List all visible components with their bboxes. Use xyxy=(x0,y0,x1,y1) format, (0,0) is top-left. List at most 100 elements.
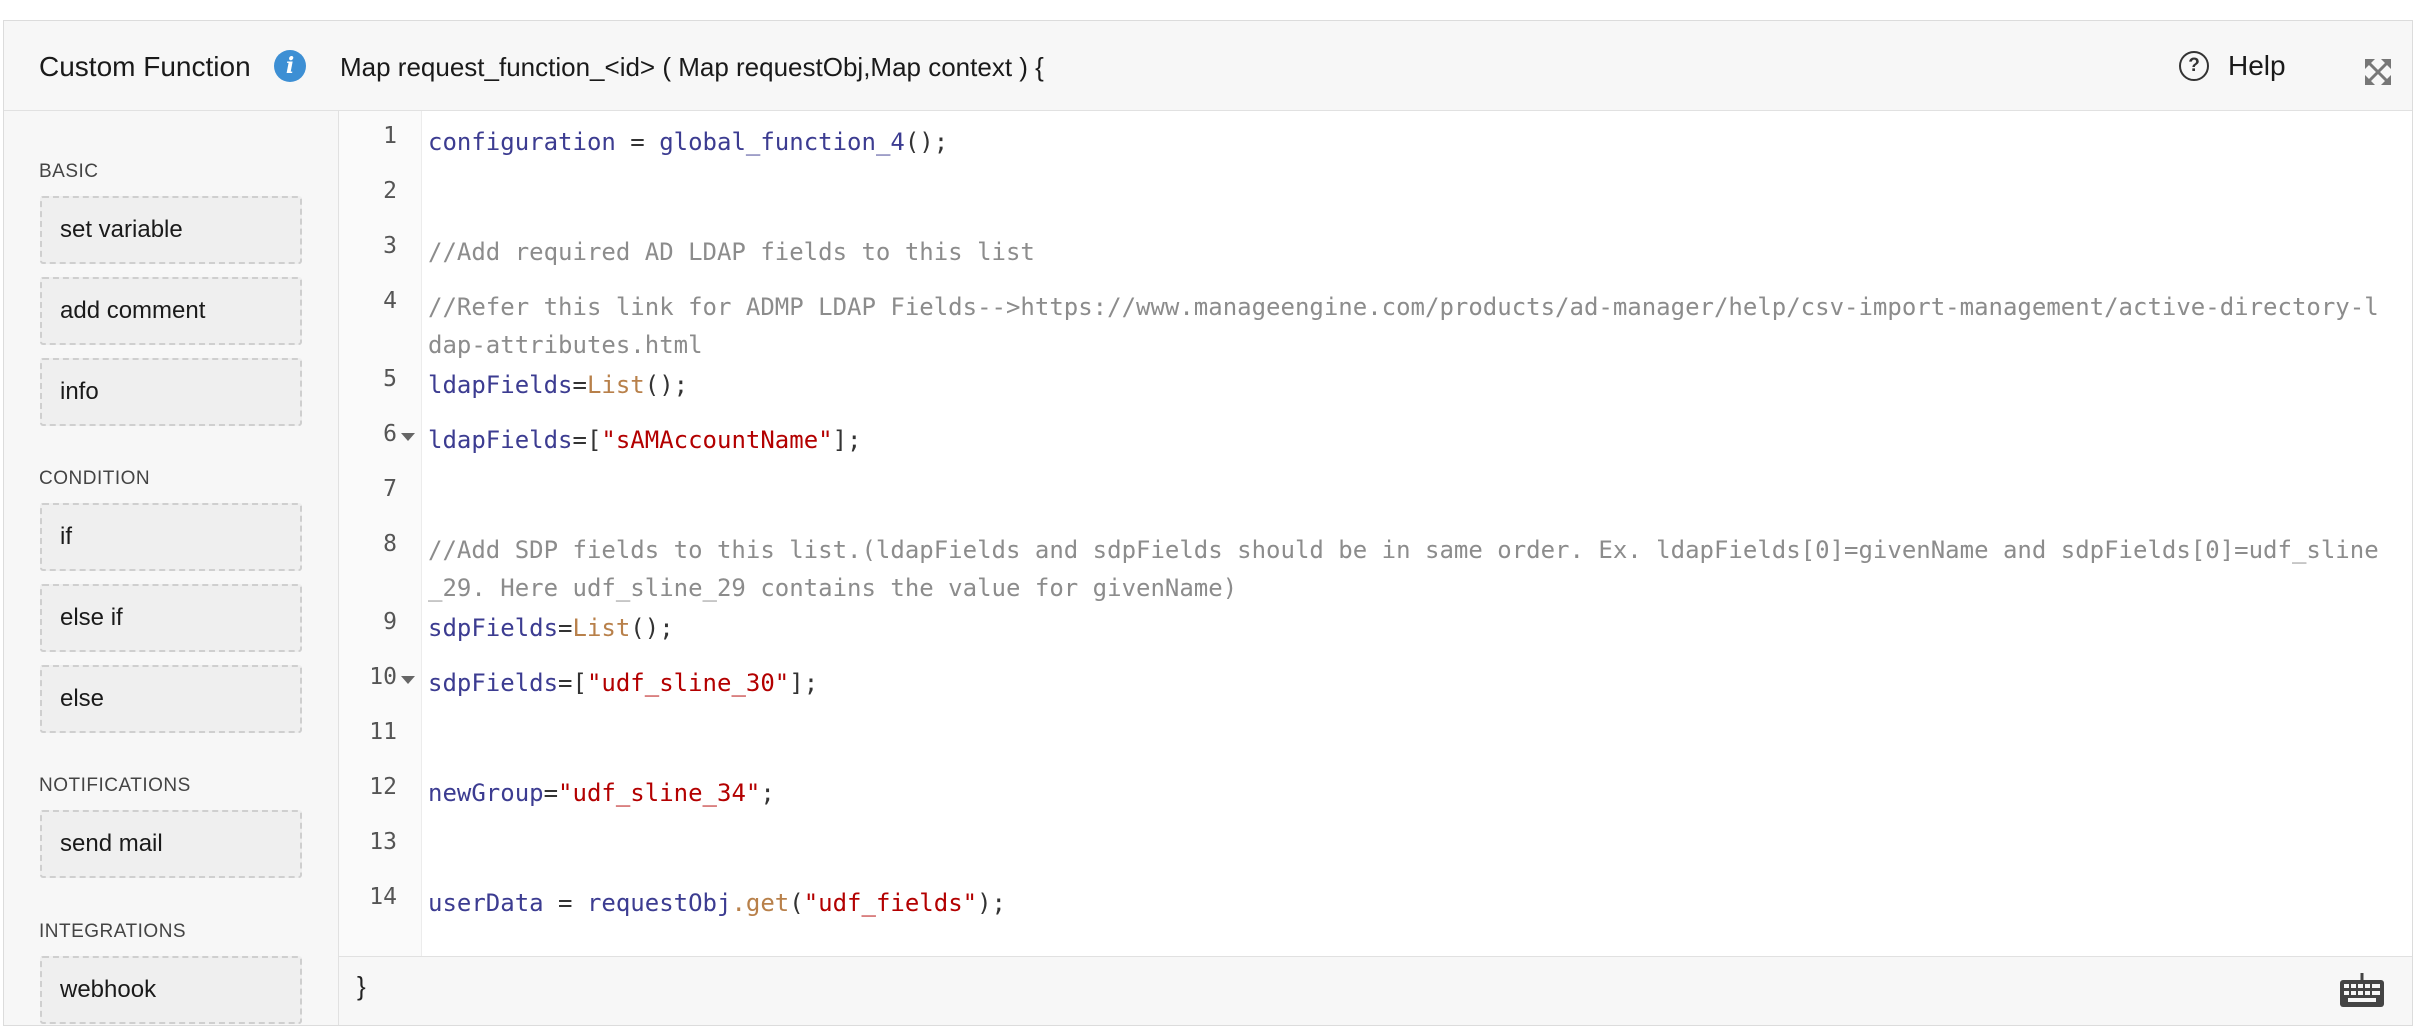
line-number: 11 xyxy=(369,719,397,745)
code-line[interactable]: 14 userData = requestObj.get("udf_fields"… xyxy=(339,876,2412,917)
code-line[interactable]: 3 //Add required AD LDAP fields to this l… xyxy=(339,225,2412,266)
snippet-webhook[interactable]: webhook xyxy=(40,956,302,1024)
code-token-punc: ); xyxy=(977,889,1006,917)
code-text: newGroup="udf_sline_34"; xyxy=(428,774,2392,812)
code-token-cmt: //Add required AD LDAP fields to this li… xyxy=(428,238,1035,266)
code-line[interactable]: 4 //Refer this link for ADMP LDAP Fields-… xyxy=(339,280,2412,359)
code-text: //Add required AD LDAP fields to this li… xyxy=(428,233,2392,271)
snippet-add-comment[interactable]: add comment xyxy=(40,277,302,345)
code-line[interactable]: 11 xyxy=(339,711,2412,751)
snippet-sidebar: BASIC set variable add comment info CONDITIO… xyxy=(4,111,339,1025)
code-token-cmt: //Add SDP fields to this list.(ldapField… xyxy=(428,536,2379,602)
code-token-var: global_function_4 xyxy=(659,128,905,156)
code-token-str: "udf_sline_30" xyxy=(586,669,790,697)
line-number: 9 xyxy=(383,609,397,635)
keyboard-icon[interactable] xyxy=(2338,971,2386,1009)
snippet-send-mail[interactable]: send mail xyxy=(40,810,302,878)
code-line[interactable]: 6 ldapFields=["sAMAccountName"]; xyxy=(339,413,2412,454)
code-token-var: ldapFields xyxy=(428,371,573,399)
line-number: 12 xyxy=(369,774,397,800)
code-token-punc: ]; xyxy=(789,669,819,697)
editor-footer: } xyxy=(339,956,2412,1025)
code-token-punc: = xyxy=(543,779,559,807)
code-token-punc: = xyxy=(615,128,660,156)
code-token-var: ldapFields xyxy=(428,426,573,454)
line-number: 1 xyxy=(383,123,397,149)
code-token-punc: ; xyxy=(760,779,775,807)
line-number: 10 xyxy=(369,664,397,690)
line-number: 14 xyxy=(369,884,397,910)
code-line[interactable]: 7 xyxy=(339,468,2412,508)
snippet-set-variable[interactable]: set variable xyxy=(40,196,302,264)
code-token-punc: ( xyxy=(789,889,804,917)
code-editor[interactable]: 1 configuration = global_function_4(); 2 3/… xyxy=(339,111,2412,958)
sidebar-category-integrations: INTEGRATIONS xyxy=(39,921,187,942)
code-token-punc: ]; xyxy=(832,426,862,454)
code-token-punc: =[ xyxy=(572,426,602,454)
expand-icon[interactable] xyxy=(2363,57,2393,87)
code-token-punc: (); xyxy=(644,371,689,399)
code-token-str: "udf_sline_34" xyxy=(558,779,761,807)
line-number: 2 xyxy=(383,178,397,204)
code-line[interactable]: 13 xyxy=(339,821,2412,861)
code-token-var: newGroup xyxy=(428,779,544,807)
code-token-punc: = xyxy=(543,889,587,917)
sidebar-category-basic: BASIC xyxy=(39,161,99,182)
code-line[interactable]: 2 xyxy=(339,170,2412,210)
snippet-else[interactable]: else xyxy=(40,665,302,733)
line-number: 13 xyxy=(369,829,397,855)
line-number: 5 xyxy=(383,366,397,392)
help-button[interactable]: ? Help xyxy=(2179,47,2286,85)
help-label: Help xyxy=(2228,50,2286,81)
line-number: 3 xyxy=(383,233,397,259)
line-number: 4 xyxy=(383,288,397,314)
code-text: //Add SDP fields to this list.(ldapField… xyxy=(428,531,2392,607)
code-token-punc: (); xyxy=(630,614,674,642)
code-text: ldapFields=List(); xyxy=(428,366,2392,404)
code-token-str: "udf_fields" xyxy=(803,889,978,917)
line-number: 6 xyxy=(383,421,397,447)
info-icon[interactable]: i xyxy=(274,50,306,82)
snippet-else-if[interactable]: else if xyxy=(40,584,302,652)
code-text: sdpFields=["udf_sline_30"]; xyxy=(428,664,2392,702)
code-token-punc: (); xyxy=(904,128,949,156)
code-token-cmt: //Refer this link for ADMP LDAP Fields--… xyxy=(428,293,2379,359)
panel-title: Custom Function xyxy=(39,51,251,82)
code-token-var: sdpFields xyxy=(428,614,559,642)
code-text: configuration = global_function_4(); xyxy=(428,123,2392,161)
snippet-if[interactable]: if xyxy=(40,503,302,571)
editor-header: Custom Function i Map request_function_<… xyxy=(4,21,2412,111)
code-token-fn: .get xyxy=(731,889,790,917)
code-line[interactable]: 12 newGroup="udf_sline_34"; xyxy=(339,766,2412,807)
code-line[interactable]: 9 sdpFields=List(); xyxy=(339,601,2412,642)
line-number: 7 xyxy=(383,476,397,502)
fold-arrow-icon[interactable] xyxy=(401,433,415,441)
code-token-var: sdpFields xyxy=(428,669,559,697)
custom-function-editor-panel: Custom Function i Map request_function_<… xyxy=(3,20,2413,1026)
line-number: 8 xyxy=(383,531,397,557)
closing-brace: } xyxy=(357,971,366,1001)
function-signature: Map request_function_<id> ( Map requestO… xyxy=(340,52,1044,82)
snippet-info[interactable]: info xyxy=(40,358,302,426)
code-text: ldapFields=["sAMAccountName"]; xyxy=(428,421,2392,459)
fold-arrow-icon[interactable] xyxy=(401,676,415,684)
sidebar-category-condition: CONDITION xyxy=(39,468,151,489)
code-token-str: "sAMAccountName" xyxy=(601,426,833,454)
code-token-punc: = xyxy=(558,614,573,642)
code-line[interactable]: 10 sdpFields=["udf_sline_30"]; xyxy=(339,656,2412,697)
sidebar-category-notifications: NOTIFICATIONS xyxy=(39,775,191,796)
code-text: sdpFields=List(); xyxy=(428,609,2392,647)
code-text: //Refer this link for ADMP LDAP Fields--… xyxy=(428,288,2392,364)
code-token-var: userData xyxy=(428,889,544,917)
code-token-punc: =[ xyxy=(558,669,587,697)
code-token-punc: = xyxy=(572,371,587,399)
code-token-var: requestObj xyxy=(586,889,732,917)
code-text: userData = requestObj.get("udf_fields"); xyxy=(428,884,2392,922)
code-token-fn: List xyxy=(586,371,645,399)
code-token-var: configuration xyxy=(428,128,616,156)
code-line[interactable]: 8 //Add SDP fields to this list.(ldapFiel… xyxy=(339,523,2412,602)
code-line[interactable]: 1 configuration = global_function_4(); xyxy=(339,115,2412,156)
code-line[interactable]: 5 ldapFields=List(); xyxy=(339,358,2412,399)
code-token-fn: List xyxy=(572,614,631,642)
question-mark-icon: ? xyxy=(2179,51,2209,81)
